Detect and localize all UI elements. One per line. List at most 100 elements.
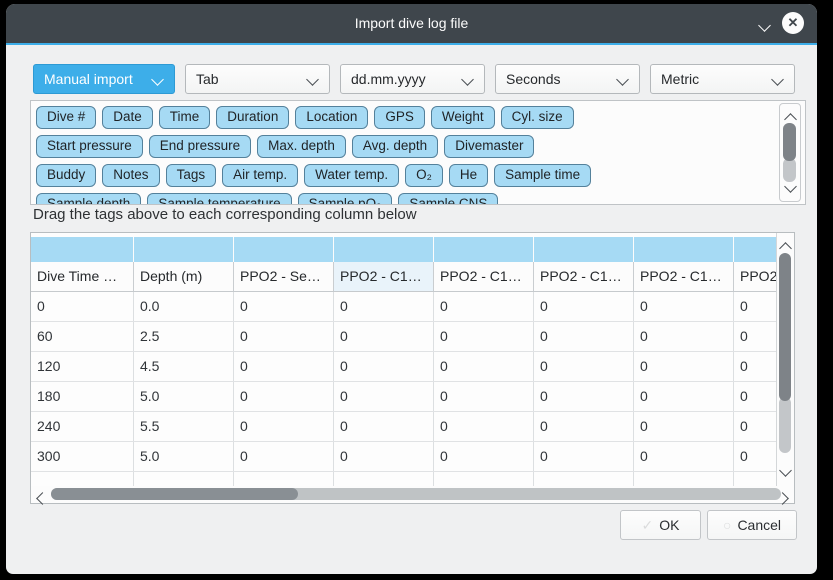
duration-format-select[interactable]: Seconds	[495, 64, 640, 94]
units-select[interactable]: Metric	[650, 64, 795, 94]
chevron-down-icon	[306, 73, 319, 86]
close-button[interactable]: ✕	[782, 12, 804, 34]
tag-sample-time[interactable]: Sample time	[494, 164, 591, 187]
table-cell: 0	[334, 322, 434, 351]
table-cell	[534, 472, 634, 486]
table-cell: 0	[334, 412, 434, 441]
table-cell	[634, 472, 734, 486]
tag-duration[interactable]: Duration	[216, 106, 289, 129]
table-cell: 0	[634, 292, 734, 321]
hscroll-thumb[interactable]	[51, 488, 298, 500]
column-drop-cell[interactable]	[534, 237, 633, 262]
combo-selected-value: Seconds	[506, 65, 560, 93]
column-drop-cell[interactable]	[634, 237, 733, 262]
tag-sample-depth[interactable]: Sample depth	[36, 193, 141, 205]
table-cell	[31, 472, 134, 486]
column-drop-cell[interactable]	[734, 237, 776, 262]
table-header-cell[interactable]: PPO2 - Se…	[234, 262, 334, 291]
chevron-down-icon	[616, 73, 629, 86]
tag-air-temp[interactable]: Air temp.	[222, 164, 298, 187]
tag-divemaster[interactable]: Divemaster	[444, 135, 534, 158]
table-cell: 0	[734, 292, 776, 321]
table-cell	[734, 472, 776, 486]
field-separator-select[interactable]: Tab	[185, 64, 330, 94]
table-cell: 0	[734, 322, 776, 351]
column-drop-cell[interactable]	[31, 237, 133, 262]
tag-dive[interactable]: Dive #	[36, 106, 96, 129]
table-row: 1204.5000000	[31, 352, 776, 382]
check-icon: ✓	[642, 517, 654, 533]
table-cell: 240	[31, 412, 134, 441]
table-header-cell[interactable]: PPO2 - C1…	[434, 262, 534, 291]
tag-sample-cns[interactable]: Sample CNS	[398, 193, 498, 205]
table-header-cell[interactable]: Dive Time …	[31, 262, 134, 291]
table-horizontal-scrollbar[interactable]	[31, 486, 794, 503]
table-header-cell[interactable]: Depth (m)	[134, 262, 234, 291]
tag-gps[interactable]: GPS	[374, 106, 425, 129]
table-cell: 60	[31, 322, 134, 351]
tag-date[interactable]: Date	[102, 106, 153, 129]
table-cell: 0	[334, 292, 434, 321]
cancel-button[interactable]: ○Cancel	[707, 510, 797, 540]
table-cell: 0	[634, 352, 734, 381]
tag-row: Sample depth Sample temperature Sample pO₂…	[36, 193, 805, 205]
tag-row: Buddy Notes TagsAir temp. Water temp. O₂ He Sa…	[36, 164, 805, 187]
table-cell: 0	[234, 352, 334, 381]
tag-start-pressure[interactable]: Start pressure	[36, 135, 143, 158]
scroll-down-icon[interactable]	[786, 178, 795, 196]
tag-cyl-size[interactable]: Cyl. size	[501, 106, 574, 129]
date-format-select[interactable]: dd.mm.yyyy	[340, 64, 485, 94]
tag-tags[interactable]: Tags	[166, 164, 217, 187]
table-cell: 0	[734, 412, 776, 441]
table-header-cell[interactable]: PPO2 - C1…	[534, 262, 634, 291]
table-cell: 0	[434, 382, 534, 411]
tag-o[interactable]: O₂	[405, 164, 443, 187]
tag-buddy[interactable]: Buddy	[36, 164, 96, 187]
titlebar-chevron-down-icon[interactable]	[760, 17, 769, 35]
tag-location[interactable]: Location	[295, 106, 368, 129]
table-header-cell[interactable]: PPO2 - C1…	[334, 262, 434, 291]
import-mode-select[interactable]: Manual import	[33, 64, 175, 94]
tag-end-pressure[interactable]: End pressure	[149, 135, 251, 158]
table-cell: 120	[31, 352, 134, 381]
table-cell: 0	[234, 412, 334, 441]
table-cell: 0	[434, 412, 534, 441]
ok-button[interactable]: ✓OK	[620, 510, 701, 540]
chevron-down-icon	[151, 73, 164, 86]
import-preview-table: Dive Time …Depth (m)PPO2 - Se…PPO2 - C1……	[30, 232, 795, 504]
column-drop-cell[interactable]	[334, 237, 433, 262]
table-cell: 0	[434, 292, 534, 321]
tag-row: Start pressure End pressure Max. depth Avg.…	[36, 135, 805, 158]
table-cell: 0	[31, 292, 134, 321]
tag-water-temp[interactable]: Water temp.	[304, 164, 399, 187]
drag-hint-text: Drag the tags above to each correspondin…	[33, 206, 417, 223]
table-cell: 0	[534, 412, 634, 441]
tag-avg-depth[interactable]: Avg. depth	[352, 135, 438, 158]
column-drop-cell[interactable]	[134, 237, 233, 262]
tags-scrollbar-thumb[interactable]	[783, 123, 796, 161]
scroll-down-icon[interactable]	[781, 462, 790, 480]
tag-sample-po[interactable]: Sample pO₂	[298, 193, 393, 205]
table-header-cell[interactable]: PPO2	[734, 262, 776, 291]
close-icon: ✕	[788, 15, 799, 30]
tag-max-depth[interactable]: Max. depth	[257, 135, 346, 158]
tags-scrollbar[interactable]	[779, 103, 801, 202]
tag-weight[interactable]: Weight	[431, 106, 495, 129]
table-cell: 0	[734, 442, 776, 471]
table-vertical-scrollbar[interactable]	[776, 233, 794, 486]
column-drop-cell[interactable]	[434, 237, 533, 262]
table-cell: 0	[534, 352, 634, 381]
table-cell: 0.0	[134, 292, 234, 321]
table-header-cell[interactable]: PPO2 - C1…	[634, 262, 734, 291]
scroll-right-icon[interactable]	[778, 490, 787, 508]
table-vscroll-thumb[interactable]	[779, 253, 791, 401]
tag-time[interactable]: Time	[159, 106, 211, 129]
tag-notes[interactable]: Notes	[102, 164, 159, 187]
table-body: 00.0000000602.50000001204.50000001805.00…	[31, 292, 776, 486]
tag-he[interactable]: He	[449, 164, 488, 187]
column-drop-cell[interactable]	[234, 237, 333, 262]
scroll-left-icon[interactable]	[38, 490, 47, 508]
tag-sample-temperature[interactable]: Sample temperature	[147, 193, 291, 205]
table-cell: 5.0	[134, 382, 234, 411]
combo-selected-value: Metric	[661, 65, 699, 93]
